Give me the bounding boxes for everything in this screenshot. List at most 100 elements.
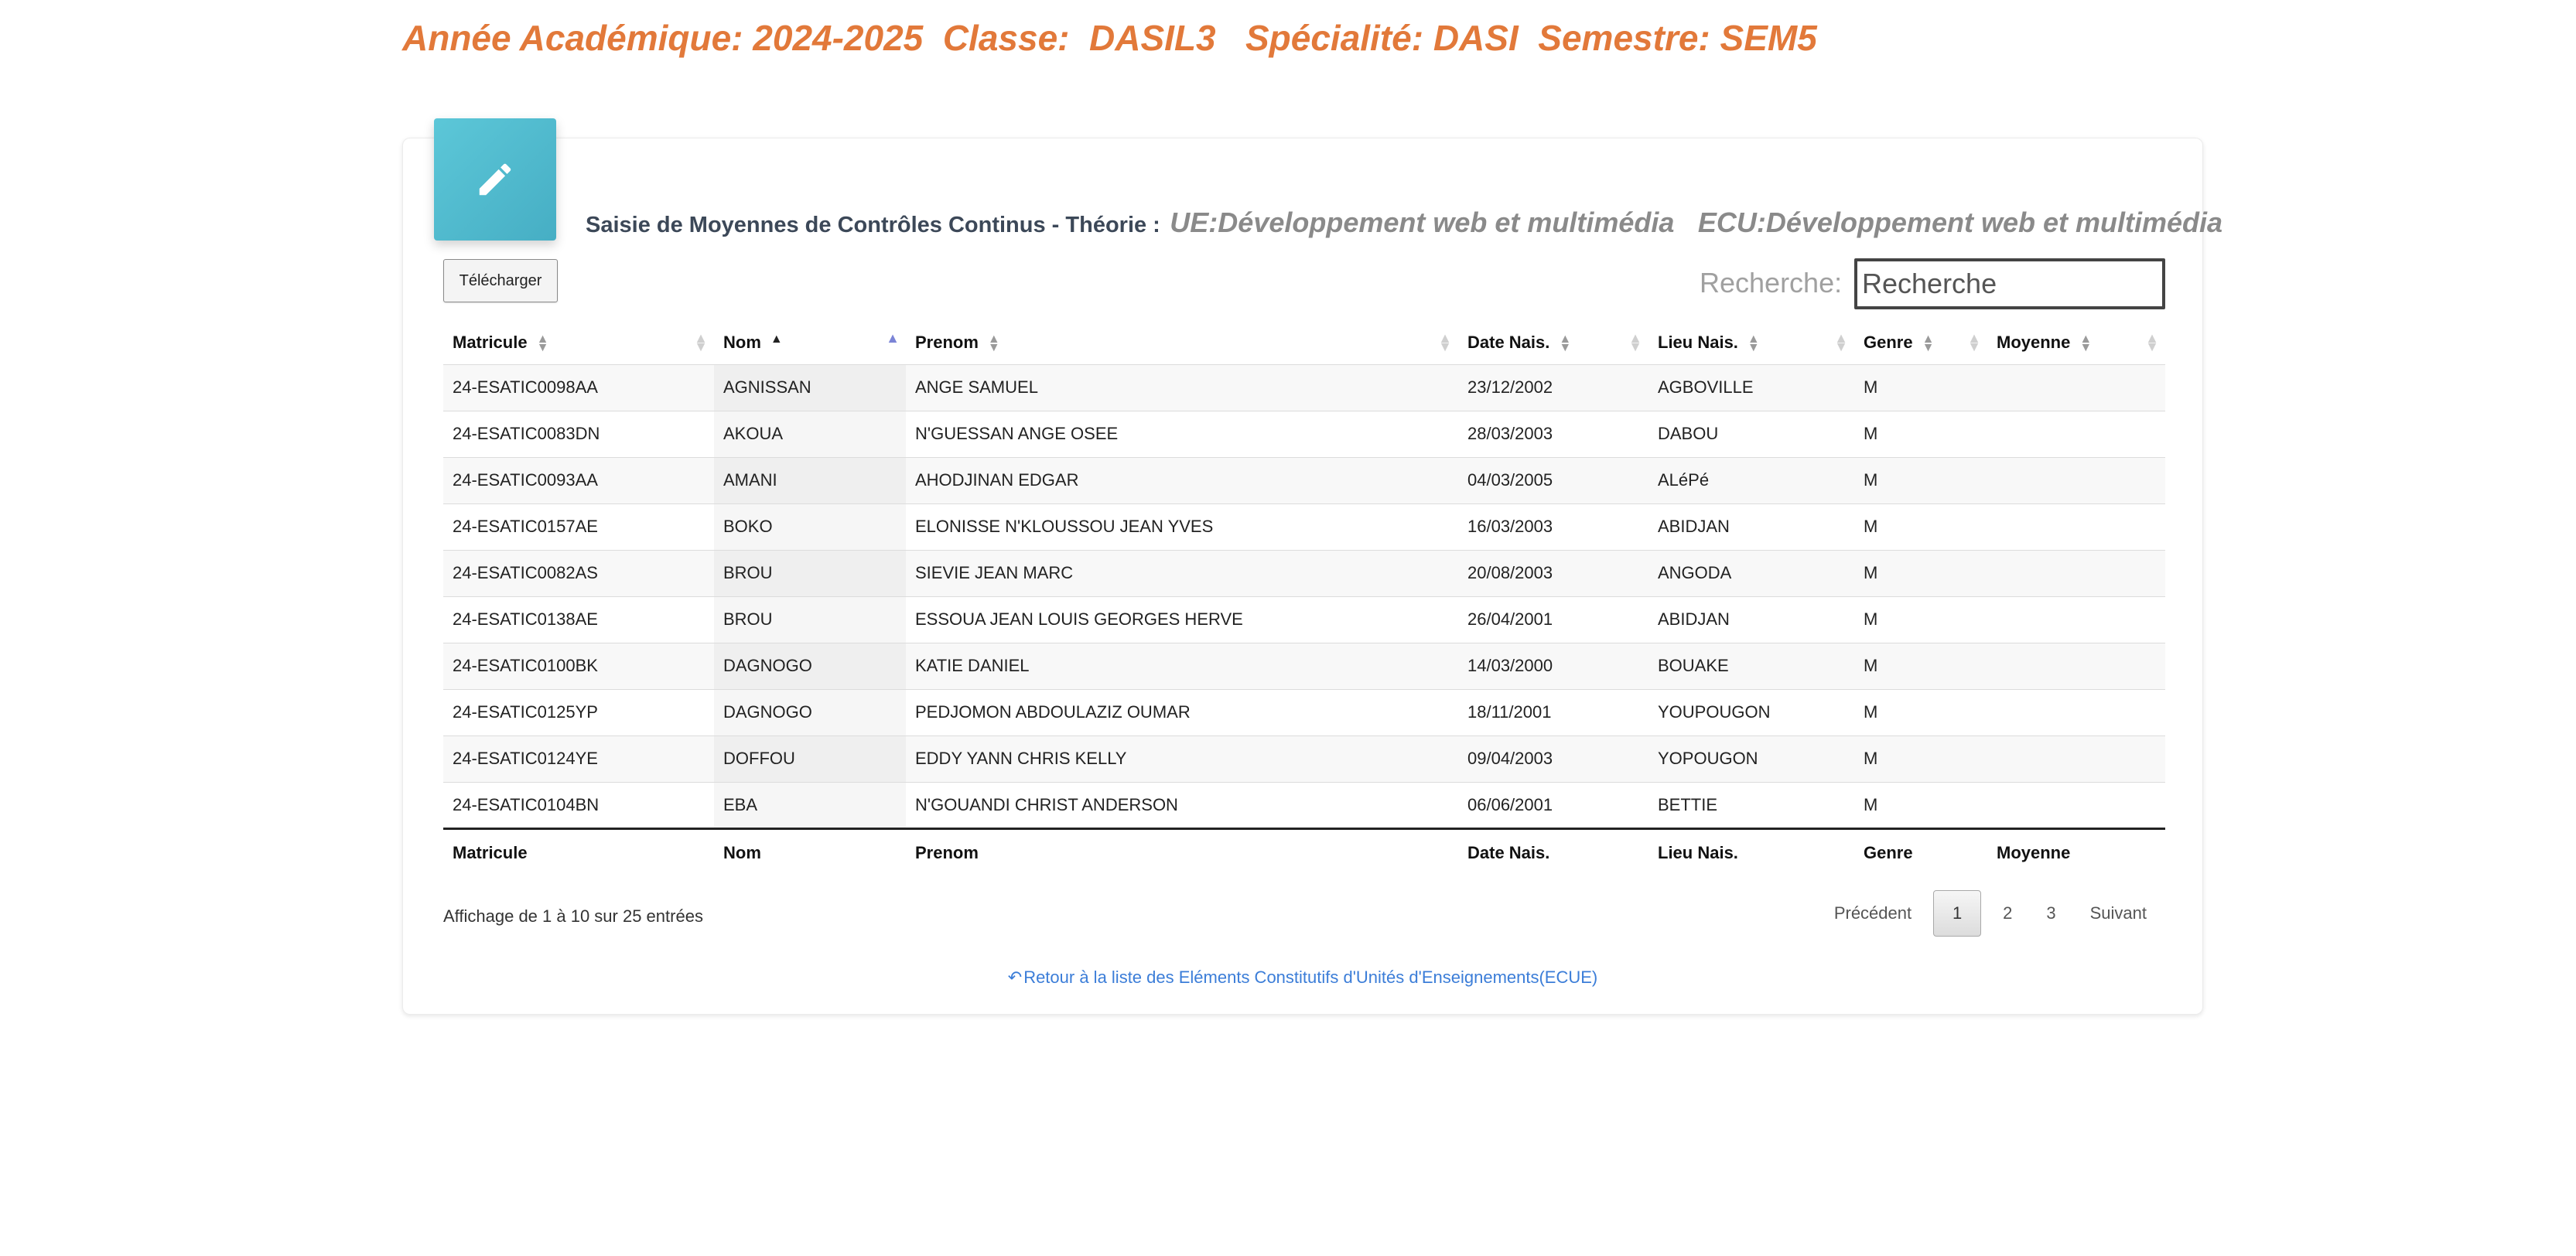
column-header[interactable]: Nom ▲▼ ▲▼ (714, 321, 906, 364)
table-cell-prenom: EDDY YANN CHRIS KELLY (906, 735, 1458, 782)
table-cell-moyenne[interactable] (1987, 456, 2165, 503)
column-header-label: Date Nais. (1467, 332, 1550, 352)
table-cell-prenom: PEDJOMON ABDOULAZIZ OUMAR (906, 688, 1458, 736)
table-cell-date-nais: 16/03/2003 (1458, 503, 1648, 550)
table-cell-lieu-nais: BETTIE (1648, 781, 1854, 830)
table-row[interactable]: 24-ESATIC0157AE BOKO ELONISSE N'KLOUSSOU J… (443, 503, 2165, 550)
table-cell-matricule: 24-ESATIC0093AA (443, 456, 714, 503)
sort-icon: ▲▼ (987, 332, 1000, 354)
table-cell-genre: M (1854, 642, 1987, 689)
table-cell-lieu-nais: YOUPOUGON (1648, 688, 1854, 736)
table-cell-matricule: 24-ESATIC0082AS (443, 549, 714, 596)
table-cell-matricule: 24-ESATIC0138AE (443, 596, 714, 643)
table-cell-moyenne[interactable] (1987, 688, 2165, 736)
table-cell-lieu-nais: AGBOVILLE (1648, 363, 1854, 411)
table-cell-nom: BROU (714, 549, 906, 596)
table-cell-genre: M (1854, 363, 1987, 411)
page-button-1[interactable]: 1 (1933, 890, 1982, 937)
table-cell-nom: DAGNOGO (714, 688, 906, 736)
table-cell-moyenne[interactable] (1987, 596, 2165, 643)
table-body: 24-ESATIC0098AA AGNISSAN ANGE SAMUEL 23/12/… (443, 363, 2165, 830)
column-header-label: Prenom (915, 332, 979, 352)
table-cell-genre: M (1854, 503, 1987, 550)
card-title-ue: UE:Développement web et multimédia (1170, 206, 1675, 238)
pencil-icon (479, 163, 511, 196)
table-cell-matricule: 24-ESATIC0083DN (443, 410, 714, 457)
table-cell-date-nais: 18/11/2001 (1458, 688, 1648, 736)
table-row[interactable]: 24-ESATIC0124YE DOFFOU EDDY YANN CHRIS KEL… (443, 735, 2165, 782)
sort-arrows-icon: ▲▼ (1438, 329, 1452, 354)
table-cell-prenom: ANGE SAMUEL (906, 363, 1458, 411)
table-cell-nom: AKOUA (714, 410, 906, 457)
table-cell-lieu-nais: YOPOUGON (1648, 735, 1854, 782)
table-row[interactable]: 24-ESATIC0100BK DAGNOGO KATIE DANIEL 14/03/… (443, 642, 2165, 689)
table-cell-moyenne[interactable] (1987, 781, 2165, 830)
column-header-label: Lieu Nais. (1658, 332, 1738, 352)
table-row[interactable]: 24-ESATIC0138AE BROU ESSOUA JEAN LOUIS GEO… (443, 596, 2165, 643)
table-row[interactable]: 24-ESATIC0093AA AMANI AHODJINAN EDGAR 04/03… (443, 456, 2165, 503)
page-button-2[interactable]: 2 (1986, 890, 2029, 937)
back-link-label: Retour à la liste des Eléments Constitut… (1023, 968, 1598, 987)
download-button[interactable]: Télécharger (443, 259, 558, 302)
table-cell-matricule: 24-ESATIC0157AE (443, 503, 714, 550)
column-footer-label: Lieu Nais. (1658, 842, 1738, 862)
table-cell-moyenne[interactable] (1987, 549, 2165, 596)
table-cell-lieu-nais: DABOU (1648, 410, 1854, 457)
card-title-ecu: ECU:Développement web et multimédia (1697, 206, 2223, 238)
table-cell-moyenne[interactable] (1987, 735, 2165, 782)
table-cell-nom: DAGNOGO (714, 642, 906, 689)
page-header: Année Académique: 2024-2025 Classe: DASI… (402, 18, 1817, 58)
search-input[interactable] (1854, 258, 2165, 309)
grades-card: Saisie de Moyennes de Contrôles Continus… (402, 118, 2222, 1015)
table-cell-genre: M (1854, 596, 1987, 643)
table-cell-date-nais: 06/06/2001 (1458, 781, 1648, 830)
column-header[interactable]: Lieu Nais. ▲ ▼ ▲ ▼ (1648, 321, 1854, 364)
table-cell-moyenne[interactable] (1987, 503, 2165, 550)
table-cell-nom: BOKO (714, 503, 906, 550)
table-cell-prenom: ELONISSE N'KLOUSSOU JEAN YVES (906, 503, 1458, 550)
column-footer-label: Nom (723, 842, 761, 862)
table-cell-lieu-nais: ANGODA (1648, 549, 1854, 596)
column-header[interactable]: Date Nais. ▲ ▼ ▲ ▼ (1458, 321, 1648, 364)
table-cell-matricule: 24-ESATIC0124YE (443, 735, 714, 782)
table-cell-matricule: 24-ESATIC0125YP (443, 688, 714, 736)
column-footer-label: Matricule (453, 842, 528, 862)
table-cell-genre: M (1854, 688, 1987, 736)
sort-icon: ▲▼ (1747, 332, 1760, 354)
table-row[interactable]: 24-ESATIC0104BN EBA N'GOUANDI CHRIST ANDER… (443, 781, 2165, 830)
column-header-label: Nom (723, 332, 761, 352)
next-page-button[interactable]: Suivant (2073, 890, 2164, 937)
table-cell-date-nais: 26/04/2001 (1458, 596, 1648, 643)
table-cell-nom: DOFFOU (714, 735, 906, 782)
column-header[interactable]: Matricule ▲ ▼ ▲ ▼ (443, 321, 714, 364)
table-row[interactable]: 24-ESATIC0098AA AGNISSAN ANGE SAMUEL 23/12/… (443, 363, 2165, 411)
table-cell-matricule: 24-ESATIC0104BN (443, 781, 714, 830)
table-row[interactable]: 24-ESATIC0125YP DAGNOGO PEDJOMON ABDOULAZI… (443, 688, 2165, 736)
sort-arrows-icon: ▲▼ (1628, 329, 1642, 354)
page-button-3[interactable]: 3 (2029, 890, 2072, 937)
column-header[interactable]: Moyenne ▲ ▼ ▲ ▼ (1987, 321, 2165, 364)
pagination: Précédent 1 2 3 Suivant (1817, 890, 2164, 937)
table-row[interactable]: 24-ESATIC0083DN AKOUA N'GUESSAN ANGE OSEE 2… (443, 410, 2165, 457)
sort-icon: ▲▼ (536, 332, 549, 354)
column-header-label: Moyenne (1997, 332, 2071, 352)
sort-arrows-icon: ▲▼ (1834, 329, 1848, 354)
column-header[interactable]: Genre ▲ ▼ ▲ ▼ (1854, 321, 1987, 364)
sort-arrows-icon: ▲▼ (2145, 329, 2159, 354)
card-title: Saisie de Moyennes de Contrôles Continus… (586, 206, 2222, 239)
table-cell-matricule: 24-ESATIC0100BK (443, 642, 714, 689)
reply-icon: ↶ (1007, 968, 1023, 987)
table-cell-moyenne[interactable] (1987, 363, 2165, 411)
table-header-row: Matricule▲▼▲▼Nom▲▼▲▼Prenom▲▼▲▼Date Nais.… (443, 321, 2165, 364)
sort-icon: ▲▼ (1559, 332, 1572, 354)
column-header[interactable]: Prenom ▲ ▼ ▲ ▼ (906, 321, 1458, 364)
table-footer-row: Matricule Nom Prenom Date Nais. Lieu Nais. Ge… (443, 828, 2165, 876)
students-table: Matricule▲▼▲▼Nom▲▼▲▼Prenom▲▼▲▼Date Nais.… (443, 321, 2165, 876)
table-cell-moyenne[interactable] (1987, 410, 2165, 457)
table-cell-genre: M (1854, 456, 1987, 503)
prev-page-button[interactable]: Précédent (1817, 890, 1929, 937)
table-row[interactable]: 24-ESATIC0082AS BROU SIEVIE JEAN MARC 20/08… (443, 549, 2165, 596)
table-cell-moyenne[interactable] (1987, 642, 2165, 689)
table-cell-date-nais: 28/03/2003 (1458, 410, 1648, 457)
back-to-ecue-link[interactable]: ↶Retour à la liste des Eléments Constitu… (403, 968, 2202, 988)
